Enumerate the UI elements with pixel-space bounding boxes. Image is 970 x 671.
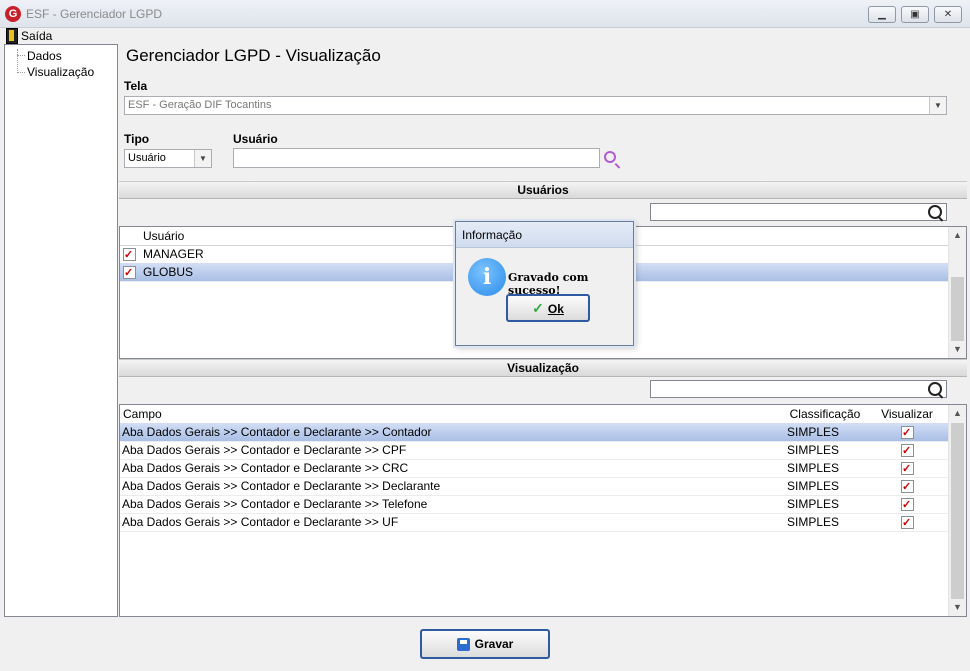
chevron-down-icon[interactable]: ▼ — [194, 150, 211, 167]
campo-cell: Aba Dados Gerais >> Contador e Declarant… — [122, 443, 407, 457]
chevron-down-icon[interactable]: ▼ — [929, 97, 946, 114]
menu-exit-label: Saída — [21, 29, 53, 43]
tipo-select-value: Usuário — [128, 152, 166, 164]
campo-cell: Aba Dados Gerais >> Contador e Declarant… — [122, 461, 409, 475]
navigation-tree: Dados Visualização — [4, 44, 118, 617]
user-name: MANAGER — [143, 247, 204, 261]
view-search-input[interactable] — [650, 380, 947, 398]
maximize-button[interactable]: ▣ — [901, 6, 929, 23]
tree-item-dados[interactable]: Dados — [27, 49, 62, 63]
scroll-down-icon[interactable]: ▼ — [949, 341, 966, 358]
usuario-label: Usuário — [233, 132, 278, 146]
visualizar-checkbox[interactable] — [901, 514, 914, 531]
classificacao-cell: SIMPLES — [787, 425, 840, 439]
scroll-up-icon[interactable]: ▲ — [949, 227, 966, 244]
window-title: ESF - Gerenciador LGPD — [26, 7, 163, 21]
search-icon[interactable] — [928, 205, 942, 219]
scroll-thumb[interactable] — [951, 277, 964, 341]
users-search-input[interactable] — [650, 203, 947, 221]
user-name: GLOBUS — [143, 265, 194, 279]
users-grid-scrollbar[interactable]: ▲ ▼ — [948, 227, 966, 358]
classificacao-cell: SIMPLES — [787, 461, 840, 475]
floppy-disk-icon — [456, 638, 470, 652]
table-row[interactable]: Aba Dados Gerais >> Contador e Declarant… — [120, 459, 949, 478]
scroll-thumb[interactable] — [951, 423, 964, 599]
table-row[interactable]: Aba Dados Gerais >> Contador e Declarant… — [120, 477, 949, 496]
tipo-label: Tipo — [124, 132, 150, 146]
tela-label: Tela — [124, 79, 148, 93]
visualizar-checkbox[interactable] — [901, 442, 914, 459]
column-header-campo[interactable]: Campo — [120, 405, 789, 424]
close-button[interactable]: ✕ — [934, 6, 962, 23]
classificacao-cell: SIMPLES — [787, 443, 840, 457]
ok-button-label: Ok — [547, 302, 564, 316]
campo-cell: Aba Dados Gerais >> Contador e Declarant… — [122, 497, 428, 511]
tela-select[interactable]: ESF - Geração DIF Tocantins ▼ — [124, 96, 947, 115]
app-logo-icon: G — [5, 6, 21, 22]
visualizar-checkbox[interactable] — [901, 478, 914, 495]
row-checkbox[interactable] — [123, 246, 136, 263]
scroll-down-icon[interactable]: ▼ — [949, 599, 966, 616]
page-title: Gerenciador LGPD - Visualização — [126, 46, 381, 65]
search-icon[interactable] — [928, 382, 942, 396]
search-user-icon-handle — [614, 163, 621, 169]
ok-button[interactable]: ✓ Ok — [506, 294, 590, 322]
exit-door-icon — [6, 28, 18, 44]
users-section-header: Usuários — [119, 181, 967, 199]
classificacao-cell: SIMPLES — [787, 497, 840, 511]
table-row[interactable]: Aba Dados Gerais >> Contador e Declarant… — [120, 495, 949, 514]
table-row[interactable]: Aba Dados Gerais >> Contador e Declarant… — [120, 441, 949, 460]
table-row-selected[interactable]: Aba Dados Gerais >> Contador e Declarant… — [120, 423, 949, 442]
visualizar-checkbox[interactable] — [901, 496, 914, 513]
menu-exit[interactable]: Saída — [6, 28, 52, 44]
campo-cell: Aba Dados Gerais >> Contador e Declarant… — [122, 479, 441, 493]
info-dialog: Informação i Gravado com sucesso! ✓ Ok — [455, 221, 634, 346]
tipo-select[interactable]: Usuário ▼ — [124, 149, 212, 168]
search-user-icon[interactable] — [604, 151, 616, 163]
visualizar-checkbox[interactable] — [901, 424, 914, 441]
classificacao-cell: SIMPLES — [787, 515, 840, 529]
scroll-up-icon[interactable]: ▲ — [949, 405, 966, 422]
campo-cell: Aba Dados Gerais >> Contador e Declarant… — [122, 515, 399, 529]
view-grid-scrollbar[interactable]: ▲ ▼ — [948, 405, 966, 616]
info-icon: i — [468, 258, 506, 296]
checkmark-icon: ✓ — [532, 300, 544, 316]
campo-cell: Aba Dados Gerais >> Contador e Declarant… — [122, 425, 432, 439]
visualizar-checkbox[interactable] — [901, 460, 914, 477]
save-button[interactable]: Gravar — [420, 629, 550, 659]
dialog-title: Informação — [456, 222, 633, 248]
column-header-classificacao[interactable]: Classificação — [785, 405, 866, 424]
classificacao-cell: SIMPLES — [787, 479, 840, 493]
table-row[interactable]: Aba Dados Gerais >> Contador e Declarant… — [120, 513, 949, 532]
column-header-visualizar[interactable]: Visualizar — [865, 405, 949, 424]
minimize-button[interactable]: ▁ — [868, 6, 896, 23]
view-section-header: Visualização — [119, 359, 967, 377]
usuario-input[interactable] — [233, 148, 600, 168]
row-checkbox[interactable] — [123, 264, 136, 281]
tela-select-value: ESF - Geração DIF Tocantins — [128, 99, 272, 111]
view-grid: Campo Classificação Visualizar Aba Dados… — [119, 404, 967, 617]
users-grid-checkbox-header — [120, 227, 140, 246]
tree-item-visualizacao[interactable]: Visualização — [27, 65, 94, 79]
save-button-label: Gravar — [474, 637, 514, 651]
